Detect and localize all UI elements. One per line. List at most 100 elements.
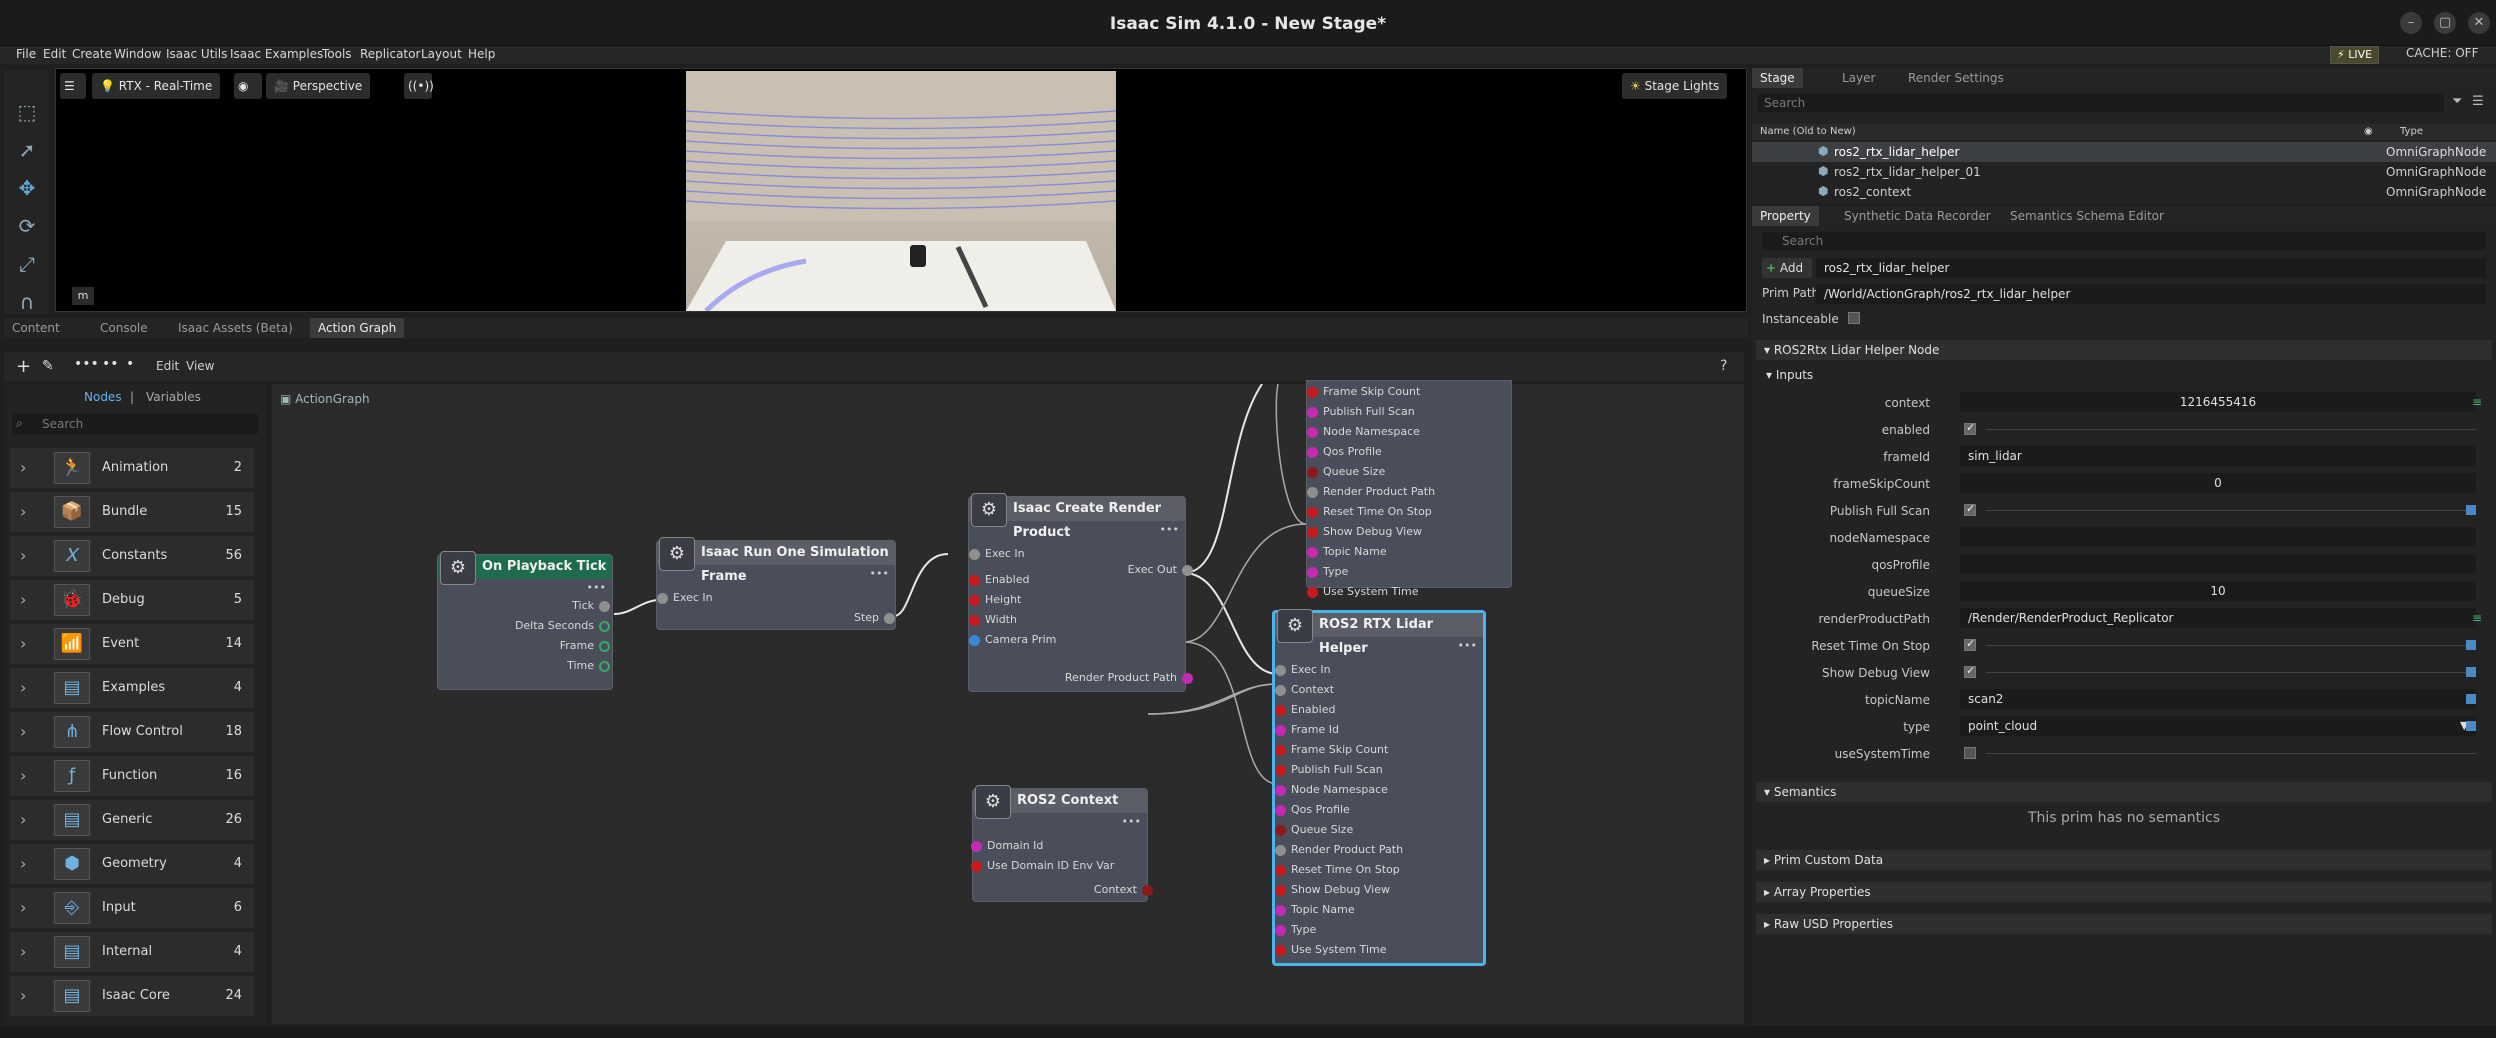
input-pin[interactable]: Enabled [1275, 703, 1335, 716]
render-mode-button[interactable]: 💡 RTX - Real-Time [92, 73, 221, 99]
pin-dot[interactable] [1307, 487, 1318, 498]
stage-row[interactable]: ⬢ ros2_rtx_lidar_helper OmniGraphNode [1752, 142, 2496, 162]
menu-window[interactable]: Window [114, 47, 161, 61]
node-menu-icon[interactable]: ••• [1122, 815, 1141, 828]
input-pin[interactable]: Node Namespace [1307, 425, 1420, 438]
pin-dot[interactable] [969, 549, 980, 560]
filter-icon[interactable]: ⏷ [2452, 94, 2462, 109]
pin-dot[interactable] [1182, 673, 1193, 684]
help-icon[interactable]: ? [1720, 358, 1727, 374]
publishFullScan-checkbox[interactable]: ✓ [1964, 502, 1976, 516]
pin-dot[interactable] [1275, 725, 1286, 736]
pin-dot[interactable] [1275, 885, 1286, 896]
input-pin[interactable]: Show Debug View [1275, 883, 1390, 896]
pin-dot[interactable] [1307, 527, 1318, 538]
col-type[interactable]: Type [2400, 126, 2423, 137]
category-debug[interactable]: › 🐞 Debug 5 [10, 580, 254, 620]
pin-dot[interactable] [599, 601, 610, 612]
move-icon[interactable]: ✥ [14, 176, 40, 202]
input-pin[interactable]: Exec In [657, 591, 713, 604]
pin-dot[interactable] [969, 595, 980, 606]
category-examples[interactable]: › ▤ Examples 4 [10, 668, 254, 708]
category-flow-control[interactable]: › ⋔ Flow Control 18 [10, 712, 254, 752]
pin-dot[interactable] [971, 861, 982, 872]
menu-isaac-examples[interactable]: Isaac Examples [230, 47, 323, 61]
chevron-right-icon[interactable]: › [20, 810, 26, 829]
pin-dot[interactable] [971, 841, 982, 852]
pin-dot[interactable] [1307, 507, 1318, 518]
node-create-render-product[interactable]: Isaac Create Render Product ⚙ ••• Exec In En… [968, 493, 1193, 692]
snap-magnet-icon[interactable]: ∩ [14, 290, 40, 316]
layout-icon[interactable]: ••• [74, 356, 99, 372]
graph-menu-view[interactable]: View [186, 359, 214, 373]
pin-dot[interactable] [1142, 885, 1153, 896]
connection-icon[interactable]: ≡ [2472, 611, 2482, 625]
output-pin[interactable]: Step [854, 611, 895, 624]
chevron-right-icon[interactable]: › [20, 766, 26, 785]
align-icon[interactable]: •• [102, 356, 119, 372]
pin-dot[interactable] [1307, 387, 1318, 398]
audio-icon[interactable]: ((•)) [404, 73, 434, 99]
node-menu-icon[interactable]: ••• [870, 567, 889, 580]
close-button[interactable]: ✕ [2468, 12, 2490, 34]
tab-render-settings[interactable]: Render Settings [1900, 68, 2012, 88]
input-pin[interactable]: Frame Skip Count [1275, 743, 1388, 756]
modified-marker[interactable] [2466, 694, 2476, 704]
menu-help[interactable]: Help [468, 47, 495, 61]
tab-variables[interactable]: Variables [146, 390, 201, 404]
output-pin[interactable]: Tick [572, 599, 610, 612]
input-pin[interactable]: Topic Name [1307, 545, 1387, 558]
chevron-right-icon[interactable]: › [20, 854, 26, 873]
semantics-section-header[interactable]: ▾ Semantics [1756, 782, 2492, 802]
pin-dot[interactable] [1275, 925, 1286, 936]
chevron-right-icon[interactable]: › [20, 458, 26, 477]
pin-dot[interactable] [1275, 945, 1286, 956]
tab-synthetic-data-recorder[interactable]: Synthetic Data Recorder [1836, 206, 1999, 226]
pin-dot[interactable] [1275, 705, 1286, 716]
modified-marker[interactable] [2466, 667, 2476, 677]
select-arrow-icon[interactable]: ➚ [14, 138, 40, 164]
scale-icon[interactable]: ⤢ [14, 252, 40, 278]
modified-marker[interactable] [2466, 640, 2476, 650]
node-run-simulation-frame[interactable]: Isaac Run One Simulation Frame ⚙ ••• Exec I… [656, 537, 896, 630]
category-isaac-core[interactable]: › ▤ Isaac Core 24 [10, 976, 254, 1016]
input-pin[interactable]: Context [1275, 683, 1334, 696]
type-input[interactable]: point_cloud [1960, 716, 2476, 736]
input-pin[interactable]: Camera Prim [969, 633, 1056, 646]
live-badge[interactable]: ⚡ LIVE [2330, 46, 2380, 64]
frameId-input[interactable]: sim_lidar [1960, 446, 2476, 466]
node-menu-icon[interactable]: ••• [587, 581, 606, 594]
input-pin[interactable]: Use System Time [1307, 585, 1418, 598]
pin-dot[interactable] [969, 575, 980, 586]
node-menu-icon[interactable]: ••• [1160, 523, 1179, 536]
pin-dot[interactable] [1275, 745, 1286, 756]
pin-dot[interactable] [1307, 407, 1318, 418]
chevron-right-icon[interactable]: › [20, 678, 26, 697]
eye-icon[interactable]: ◉ [234, 73, 262, 99]
tab-nodes[interactable]: Nodes [84, 390, 122, 404]
graph-menu-edit[interactable]: Edit [156, 359, 179, 373]
prim-path-field[interactable]: /World/ActionGraph/ros2_rtx_lidar_helper [1816, 284, 2486, 304]
modified-marker[interactable] [2466, 721, 2476, 731]
tab-content[interactable]: Content [4, 318, 68, 338]
more-icon[interactable]: • [126, 356, 134, 372]
input-pin[interactable]: Node Namespace [1275, 783, 1388, 796]
chevron-right-icon[interactable]: › [20, 722, 26, 741]
input-pin[interactable]: Type [1275, 923, 1316, 936]
pin-dot[interactable] [1307, 427, 1318, 438]
chevron-right-icon[interactable]: › [20, 502, 26, 521]
pin-dot[interactable] [1275, 665, 1286, 676]
queueSize-input[interactable]: 10 [1960, 581, 2476, 601]
node-ros2-rtx-lidar-helper-01[interactable]: Frame Skip Count Publish Full Scan Node Na… [1306, 380, 1512, 598]
prim-name-field[interactable]: ros2_rtx_lidar_helper [1816, 258, 2486, 278]
output-pin[interactable]: Exec Out [1128, 563, 1193, 576]
pin-dot[interactable] [1307, 567, 1318, 578]
pin-dot[interactable] [599, 621, 610, 632]
minimize-button[interactable]: – [2400, 12, 2422, 34]
pin-dot[interactable] [1307, 547, 1318, 558]
input-pin[interactable]: Qos Profile [1275, 803, 1350, 816]
topicName-input[interactable]: scan2 [1960, 689, 2476, 709]
camera-button[interactable]: 🎥 Perspective [266, 73, 371, 99]
input-pin[interactable]: Width [969, 613, 1017, 626]
input-pin[interactable]: Publish Full Scan [1307, 405, 1415, 418]
